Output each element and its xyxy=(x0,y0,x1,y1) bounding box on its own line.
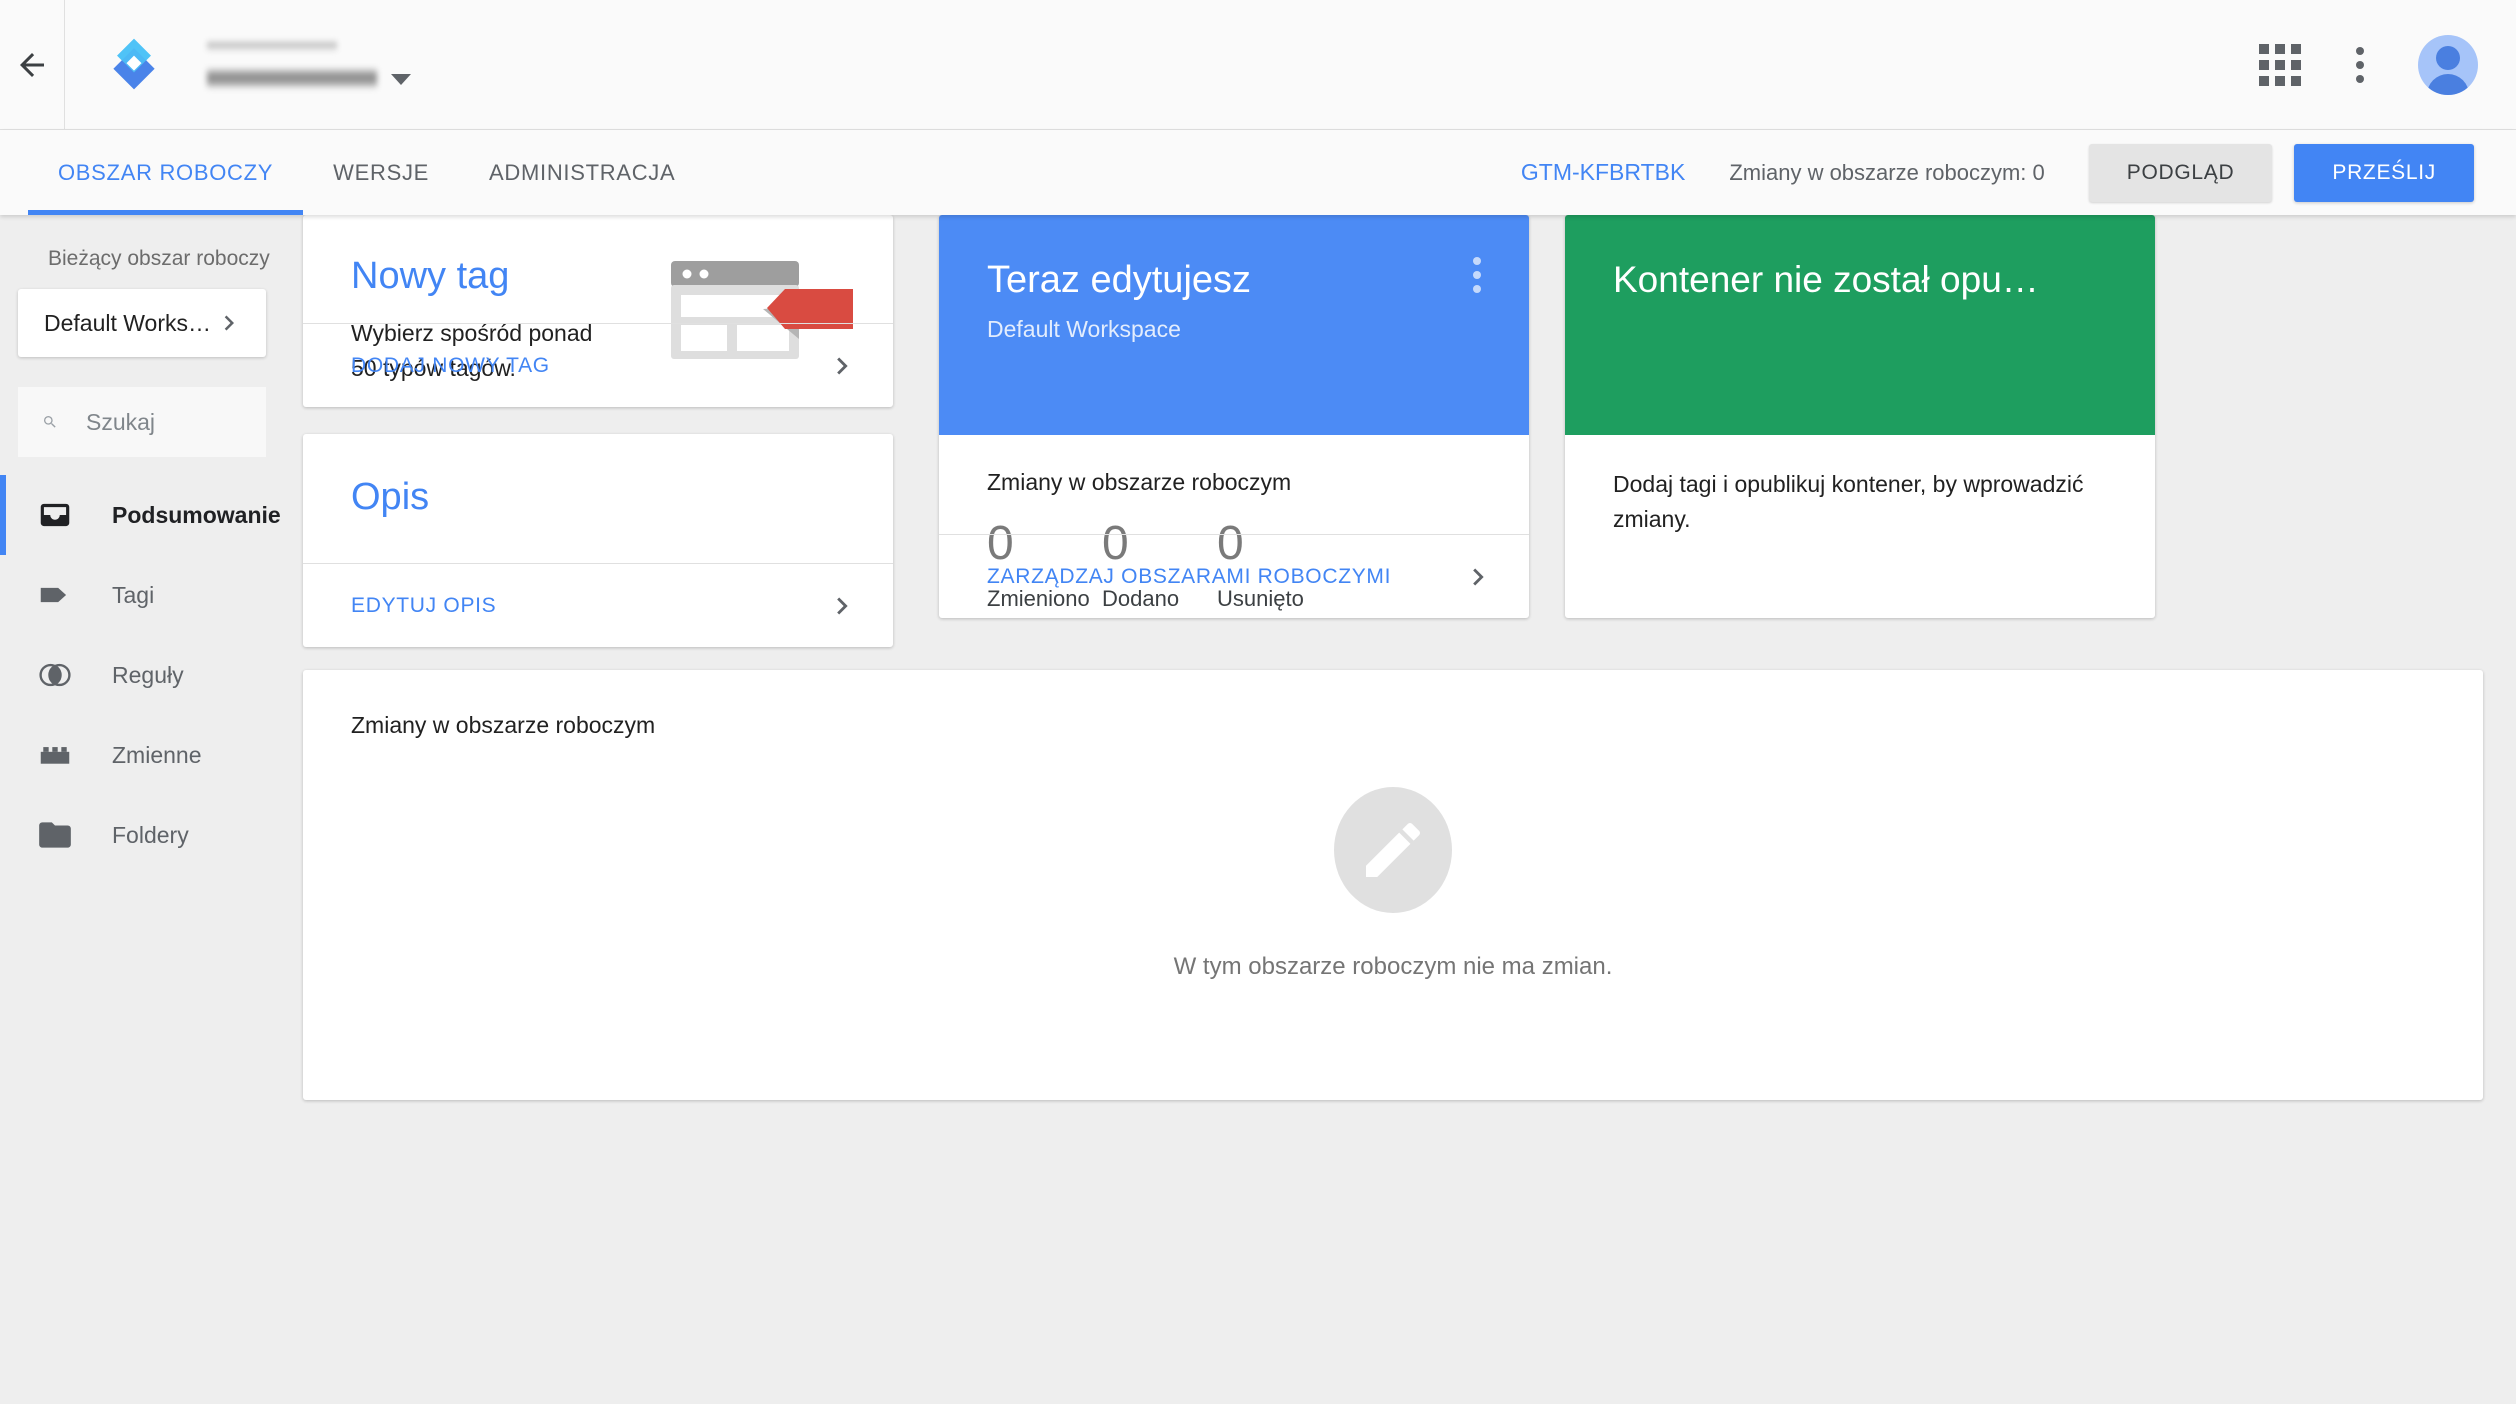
header-actions xyxy=(2258,35,2516,95)
back-button[interactable] xyxy=(0,0,64,130)
chevron-right-icon xyxy=(224,315,234,331)
sidebar-item-label: Reguły xyxy=(112,661,184,688)
changes-empty-message: W tym obszarze roboczym nie ma zmian. xyxy=(1173,953,1613,980)
workspace-name: Default Workspace xyxy=(44,309,214,336)
arrow-back-icon xyxy=(20,53,44,77)
folder-icon xyxy=(32,812,78,858)
chevron-right-icon xyxy=(837,597,848,614)
workspace-selector-card[interactable]: Default Workspace xyxy=(18,289,266,357)
new-tag-card: Nowy tag Wybierz spośród ponad 50 typów … xyxy=(303,215,893,407)
container-card-body: Dodaj tagi i opublikuj kontener, by wpro… xyxy=(1613,471,2084,532)
chevron-right-icon xyxy=(837,357,848,374)
more-vert-icon[interactable] xyxy=(1455,253,1499,297)
description-title: Opis xyxy=(351,476,430,518)
container-card-title: Kontener nie został opu… xyxy=(1613,259,2039,300)
container-card-header: Kontener nie został opu… xyxy=(1565,215,2155,435)
manage-workspaces-label: ZARZĄDZAJ OBSZARAMI ROBOCZYMI xyxy=(987,564,1392,588)
tab-bar-actions: GTM-KFBRTBK Zmiany w obszarze roboczym: … xyxy=(1521,143,2516,202)
sidebar-item-foldery[interactable]: Foldery xyxy=(0,795,284,875)
chevron-right-icon xyxy=(1473,568,1484,585)
search-box[interactable] xyxy=(18,387,266,457)
sidebar-item-tagi[interactable]: Tagi xyxy=(0,555,284,635)
sidebar-item-label: Foldery xyxy=(112,821,189,848)
sidebar-item-label: Podsumowanie xyxy=(112,501,281,528)
edit-description-label: EDYTUJ OPIS xyxy=(351,593,497,617)
description-card-body: Opis xyxy=(303,434,893,519)
add-new-tag-action[interactable]: DODAJ NOWY TAG xyxy=(303,323,893,407)
apps-grid-icon[interactable] xyxy=(2258,43,2302,87)
search-icon xyxy=(44,416,56,428)
gtm-logo-icon xyxy=(103,34,165,96)
more-vert-icon[interactable] xyxy=(2338,43,2382,87)
trigger-circles-icon xyxy=(32,652,78,698)
tab-obszar-roboczy[interactable]: OBSZAR ROBOCZY xyxy=(28,130,304,215)
manage-workspaces-action[interactable]: ZARZĄDZAJ OBSZARAMI ROBOCZYMI xyxy=(939,534,1529,618)
avatar-body xyxy=(2427,74,2469,95)
sidebar-item-reguly[interactable]: Reguły xyxy=(0,635,284,715)
workspace-changes-panel: Zmiany w obszarze roboczym W tym obszarz… xyxy=(303,670,2483,1100)
main-content: Nowy tag Wybierz spośród ponad 50 typów … xyxy=(284,215,2516,1404)
top-header-bar xyxy=(0,0,2516,130)
variable-brick-icon xyxy=(32,732,78,778)
sidebar: Bieżący obszar roboczy Default Workspace… xyxy=(0,215,284,1404)
header-divider xyxy=(64,0,65,130)
navigation-tab-bar: OBSZAR ROBOCZY WERSJE ADMINISTRACJA GTM-… xyxy=(0,130,2516,215)
container-name-redacted xyxy=(207,67,377,91)
chevron-down-icon[interactable] xyxy=(391,73,411,85)
sidebar-nav-list: Podsumowanie Tagi Reguły Zmienne Foldery xyxy=(0,475,284,875)
sidebar-item-podsumowanie[interactable]: Podsumowanie xyxy=(0,475,284,555)
workspace-card-title: Teraz edytujesz xyxy=(987,259,1252,301)
container-id-link[interactable]: GTM-KFBRTBK xyxy=(1521,159,1685,186)
submit-button[interactable]: PRZEŚLIJ xyxy=(2294,143,2474,202)
workspace-card-subtitle: Default Workspace xyxy=(987,316,1181,342)
account-name-redacted xyxy=(207,39,337,53)
sidebar-item-label: Zmienne xyxy=(112,741,202,768)
tab-label: ADMINISTRACJA xyxy=(489,159,676,185)
sidebar-item-zmienne[interactable]: Zmienne xyxy=(0,715,284,795)
workspace-changes-count: Zmiany w obszarze roboczym: 0 xyxy=(1729,159,2045,185)
workspace-card-header: Teraz edytujesz Default Workspace xyxy=(939,215,1529,435)
inbox-icon xyxy=(32,492,78,538)
add-new-tag-label: DODAJ NOWY TAG xyxy=(351,353,550,377)
tag-icon xyxy=(32,572,78,618)
sidebar-item-label: Tagi xyxy=(112,581,155,608)
user-avatar-icon[interactable] xyxy=(2418,35,2478,95)
current-workspace-card: Teraz edytujesz Default Workspace Zmiany… xyxy=(939,215,1529,618)
account-container-selector[interactable] xyxy=(207,39,411,91)
container-status-card: Kontener nie został opu… Dodaj tagi i op… xyxy=(1565,215,2155,618)
current-workspace-label: Bieżący obszar roboczy xyxy=(48,247,270,270)
edit-description-action[interactable]: EDYTUJ OPIS xyxy=(303,563,893,647)
changes-panel-title: Zmiany w obszarze roboczym xyxy=(351,712,656,738)
tab-label: OBSZAR ROBOCZY xyxy=(58,159,274,185)
tab-administracja[interactable]: ADMINISTRACJA xyxy=(459,130,705,215)
preview-button[interactable]: PODGLĄD xyxy=(2088,143,2273,202)
edit-pencil-icon xyxy=(1334,787,1452,913)
tab-label: WERSJE xyxy=(333,159,430,185)
avatar-head xyxy=(2436,46,2460,70)
search-input[interactable] xyxy=(86,408,266,436)
workspace-stats-title: Zmiany w obszarze roboczym xyxy=(987,469,1292,495)
description-card: Opis EDYTUJ OPIS xyxy=(303,434,893,647)
tab-wersje[interactable]: WERSJE xyxy=(303,130,459,215)
tab-list: OBSZAR ROBOCZY WERSJE ADMINISTRACJA xyxy=(0,130,705,215)
changes-empty-state: W tym obszarze roboczym nie ma zmian. xyxy=(303,787,2483,981)
